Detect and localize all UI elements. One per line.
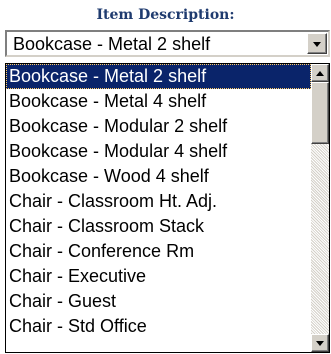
list-item[interactable]: Chair - Guest	[6, 289, 311, 314]
arrow-down-icon	[316, 341, 324, 346]
item-description-listbox[interactable]: Bookcase - Metal 2 shelf Bookcase - Meta…	[5, 63, 330, 353]
select-value: Bookcase - Metal 2 shelf	[13, 34, 211, 54]
list-item[interactable]: Chair - Std Office	[6, 314, 311, 339]
item-description-label: Item Description:	[96, 7, 235, 23]
vertical-scrollbar[interactable]	[311, 64, 329, 352]
arrow-up-icon	[316, 71, 324, 76]
list-item[interactable]: Chair - Conference Rm	[6, 239, 311, 264]
list-item[interactable]: Chair - Classroom Stack	[6, 214, 311, 239]
list-item[interactable]: Bookcase - Wood 4 shelf	[6, 164, 311, 189]
scroll-up-button[interactable]	[311, 64, 329, 82]
list-item[interactable]: Bookcase - Modular 2 shelf	[6, 114, 311, 139]
dropdown-button[interactable]	[307, 33, 327, 54]
scroll-thumb[interactable]	[311, 82, 329, 144]
scroll-down-button[interactable]	[311, 334, 329, 352]
list-item[interactable]: Bookcase - Metal 4 shelf	[6, 89, 311, 114]
chevron-down-icon	[313, 42, 321, 47]
item-description-select[interactable]: Bookcase - Metal 2 shelf	[5, 30, 330, 57]
list-item[interactable]: Bookcase - Modular 4 shelf	[6, 139, 311, 164]
list-item[interactable]: Chair - Executive	[6, 264, 311, 289]
list-items: Bookcase - Metal 2 shelf Bookcase - Meta…	[6, 64, 311, 339]
list-item-selected[interactable]: Bookcase - Metal 2 shelf	[6, 64, 311, 89]
list-item[interactable]: Chair - Classroom Ht. Adj.	[6, 189, 311, 214]
